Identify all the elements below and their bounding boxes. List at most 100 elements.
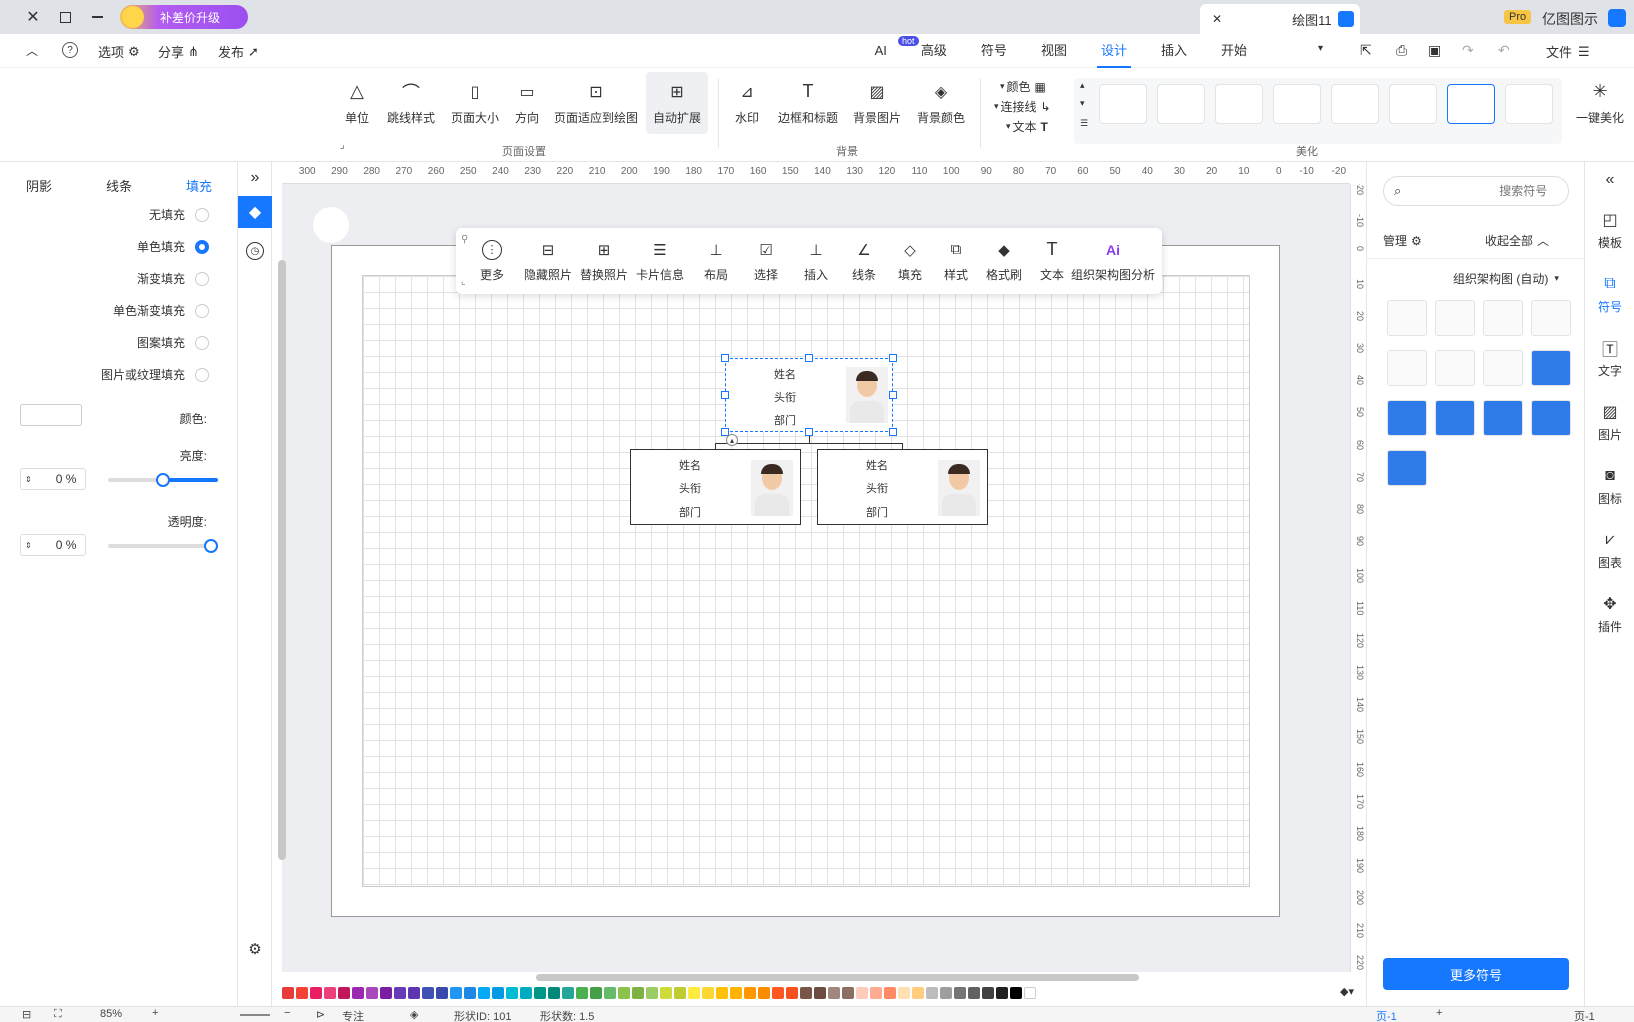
brightness-slider-thumb[interactable] [156, 473, 170, 487]
color-swatch[interactable] [590, 987, 602, 999]
color-swatch[interactable] [576, 987, 588, 999]
color-swatch[interactable] [464, 987, 476, 999]
symbol-thumb[interactable] [1531, 400, 1571, 436]
color-swatch[interactable] [758, 987, 770, 999]
brightness-stepper[interactable]: ⇕ 0 % [20, 468, 86, 490]
more-button[interactable]: ⋮ 更多 [466, 236, 518, 286]
transparency-slider[interactable] [108, 539, 218, 553]
tab-insert[interactable]: 插入 [1157, 34, 1191, 68]
color-swatch[interactable] [366, 987, 378, 999]
collapse-all-button[interactable]: 收起全部 ︿ [1485, 232, 1549, 249]
tab-symbol[interactable]: 符号 [977, 34, 1011, 68]
color-swatch[interactable] [870, 987, 882, 999]
color-swatch[interactable] [716, 987, 728, 999]
history-icon[interactable]: ◷ [246, 242, 264, 260]
resize-handle[interactable] [889, 354, 897, 362]
layers-icon[interactable]: ◈ [410, 1008, 418, 1021]
background-image-button[interactable]: ▨ 背景图片 [846, 72, 908, 134]
hide-photo-button[interactable]: ⊟ 隐藏照片 [522, 236, 574, 286]
connector-line[interactable] [715, 443, 903, 444]
color-swatch[interactable] [730, 987, 742, 999]
fullscreen-icon[interactable]: ⛶ [54, 1008, 62, 1021]
color-swatch[interactable] [604, 987, 616, 999]
radio[interactable] [195, 335, 209, 350]
stepper-arrows-icon[interactable]: ⇕ [25, 475, 32, 484]
play-icon[interactable]: ⊳ [316, 1008, 325, 1021]
rail-icons[interactable]: ◙ 图标 [1585, 458, 1634, 514]
color-swatch[interactable] [506, 987, 518, 999]
color-swatch[interactable] [954, 987, 966, 999]
color-swatch[interactable] [1024, 987, 1036, 999]
style-thumb[interactable] [1099, 84, 1147, 124]
one-click-beautify-button[interactable]: ✳ 一键美化 [1570, 72, 1630, 134]
settings-icon[interactable]: ⚙ [246, 940, 264, 958]
category-header[interactable]: 组织架构图 (自动) ▾ [1453, 270, 1559, 287]
tab-design[interactable]: 设计 [1096, 34, 1131, 68]
color-swatch[interactable] [982, 987, 994, 999]
color-swatch[interactable] [814, 987, 826, 999]
horizontal-scrollbar[interactable] [536, 974, 1139, 981]
orientation-button[interactable]: ▭ 方向 [496, 72, 558, 134]
color-swatch[interactable] [884, 987, 896, 999]
color-swatch[interactable] [940, 987, 952, 999]
jump-style-button[interactable]: ⌒ 跳线样式 [380, 72, 442, 134]
symbol-thumb[interactable] [1435, 350, 1475, 386]
fill-option-texture[interactable]: 图片或纹理填充 [101, 366, 209, 383]
collapse-node-icon[interactable]: ▴ [726, 434, 738, 446]
radio[interactable] [195, 271, 209, 286]
unit-button[interactable]: △ 单位 [326, 72, 388, 134]
more-symbols-button[interactable]: 更多符号 [1383, 958, 1569, 990]
color-swatch[interactable] [296, 987, 308, 999]
color-swatch[interactable] [800, 987, 812, 999]
gallery-scroll-up-icon[interactable]: ▴ [1080, 80, 1085, 91]
fill-option-single-gradient[interactable]: 单色渐变填充 [113, 302, 209, 319]
style-thumb[interactable] [1505, 84, 1553, 124]
share-button[interactable]: 分享 ⋔ [158, 42, 199, 61]
color-swatch[interactable] [744, 987, 756, 999]
symbol-thumb[interactable] [1483, 350, 1523, 386]
symbol-thumb[interactable] [1387, 350, 1427, 386]
rail-symbols[interactable]: ⧉ 符号 [1585, 266, 1634, 322]
page-selector[interactable]: 页-1 [1574, 1008, 1595, 1022]
auto-expand-button[interactable]: ⊞ 自动扩展 [646, 72, 708, 134]
radio[interactable] [195, 367, 209, 382]
resize-corner-icon[interactable]: ⌞ [461, 276, 466, 287]
close-icon[interactable]: ✕ [22, 6, 44, 28]
zoom-in-icon[interactable]: + [152, 1007, 158, 1019]
symbol-thumb[interactable] [1483, 400, 1523, 436]
line-button[interactable]: ∠ 线条 [838, 236, 890, 286]
color-swatch[interactable] [380, 987, 392, 999]
color-swatch[interactable] [338, 987, 350, 999]
color-swatch[interactable] [478, 987, 490, 999]
radio[interactable] [195, 303, 209, 318]
style-thumb[interactable] [1215, 84, 1263, 124]
expand-panel-icon[interactable]: » [244, 168, 266, 188]
watermark-button[interactable]: ⊿ 水印 [716, 72, 778, 134]
tab-line[interactable]: 线条 [106, 176, 132, 195]
rail-plugins[interactable]: ✥ 插件 [1585, 586, 1634, 642]
insert-button[interactable]: ⊥ 插入 [790, 236, 842, 286]
color-swatch[interactable] [674, 987, 686, 999]
symbol-thumb[interactable] [1387, 300, 1427, 336]
color-swatch[interactable] [450, 987, 462, 999]
tab-view[interactable]: 视图 [1037, 34, 1071, 68]
color-swatch[interactable] [548, 987, 560, 999]
publish-button[interactable]: 发布 ➚ [218, 42, 259, 61]
style-thumb[interactable] [1273, 84, 1321, 124]
style-button[interactable]: ⧉ 样式 [930, 236, 982, 286]
collapse-ribbon-icon[interactable]: ︿ [24, 42, 40, 58]
select-button[interactable]: ☑ 选择 [740, 236, 792, 286]
pin-icon[interactable]: ⚲ [461, 234, 468, 245]
color-swatch[interactable] [702, 987, 714, 999]
add-page-icon[interactable]: + [1436, 1007, 1442, 1019]
background-color-button[interactable]: ◈ 背景颜色 [910, 72, 972, 134]
color-swatch[interactable] [856, 987, 868, 999]
color-swatch[interactable] [828, 987, 840, 999]
color-swatch[interactable] [1010, 987, 1022, 999]
dialog-launcher-icon[interactable]: ⌟ [340, 140, 345, 151]
resize-handle[interactable] [805, 354, 813, 362]
symbol-thumb[interactable] [1435, 300, 1475, 336]
symbol-search-field[interactable]: ⌕ [1383, 176, 1569, 206]
radio-selected[interactable] [195, 239, 209, 254]
color-swatch[interactable] [422, 987, 434, 999]
